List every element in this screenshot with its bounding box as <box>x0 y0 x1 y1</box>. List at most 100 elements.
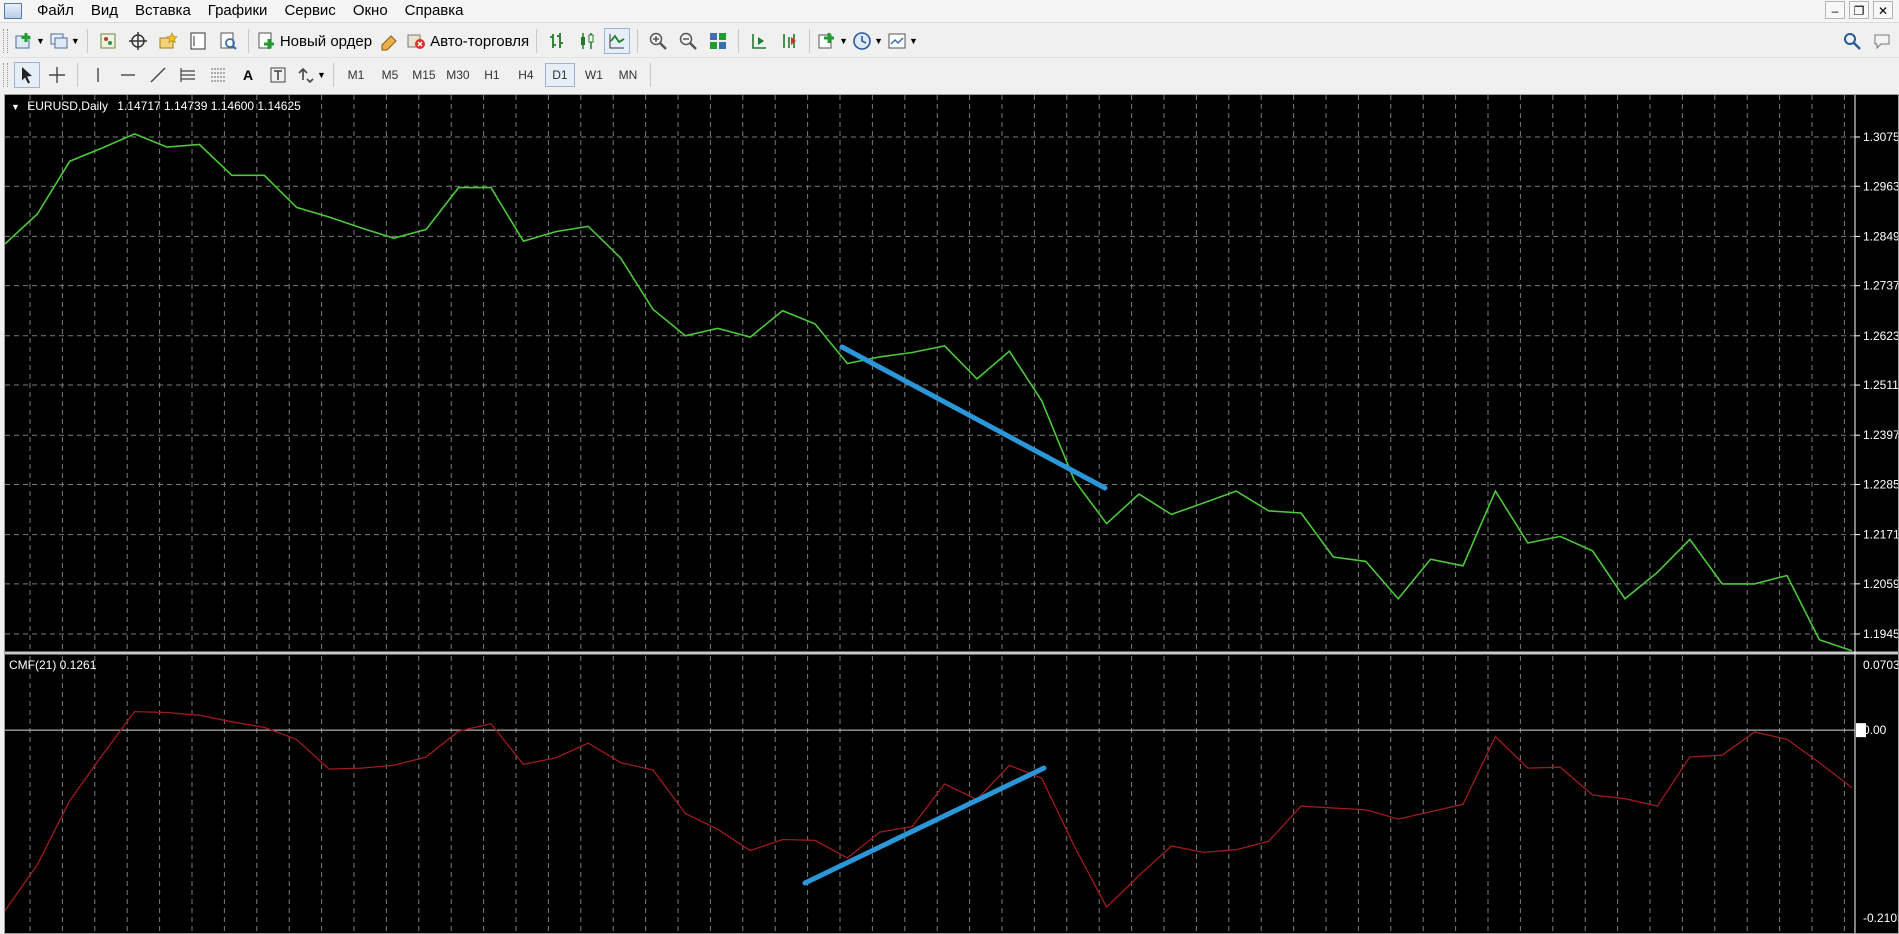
text-label-icon <box>270 67 286 83</box>
vertical-line-icon <box>97 68 99 82</box>
market-watch-button[interactable] <box>95 28 121 54</box>
menu-file[interactable]: Файл <box>30 0 84 22</box>
separator <box>86 29 88 53</box>
close-button[interactable]: ✕ <box>1873 1 1893 19</box>
tester-icon <box>220 32 237 50</box>
new-chart-button[interactable]: ▼ <box>14 28 45 54</box>
autoscroll-button[interactable] <box>776 28 802 54</box>
chevron-down-icon: ▼ <box>36 36 45 46</box>
market-watch-icon <box>100 33 116 49</box>
horizontal-line-icon <box>121 74 135 76</box>
separator <box>77 63 78 87</box>
separator <box>809 29 811 53</box>
collapse-triangle-icon[interactable]: ▼ <box>11 102 20 112</box>
zoom-in-button[interactable] <box>645 28 671 54</box>
cursor-button[interactable] <box>14 62 40 88</box>
minimize-button[interactable]: – <box>1825 1 1845 19</box>
candlestick-button[interactable] <box>574 28 600 54</box>
chat-button[interactable] <box>1869 28 1895 54</box>
ohlc-label: 1.14717 1.14739 1.14600 1.14625 <box>117 99 301 113</box>
equidistant-channel-button[interactable] <box>175 62 201 88</box>
text-button[interactable]: A <box>235 62 261 88</box>
separator <box>649 63 651 87</box>
trendline-button[interactable] <box>145 62 171 88</box>
vertical-line-button[interactable] <box>85 62 111 88</box>
zoom-out-icon <box>679 32 698 50</box>
chart-shift-button[interactable] <box>746 28 772 54</box>
menu-window[interactable]: Окно <box>346 0 398 22</box>
timeframe-mn[interactable]: MN <box>613 63 643 87</box>
menu-tools[interactable]: Сервис <box>277 0 345 22</box>
new-order-label: Новый ордер <box>279 32 373 50</box>
price-tick-label: 1.2511 <box>1863 378 1898 392</box>
chevron-down-icon: ▼ <box>839 36 849 46</box>
search-button[interactable] <box>1839 28 1865 54</box>
line-chart-button[interactable] <box>604 28 631 54</box>
price-tick-label: 1.2623 <box>1863 329 1898 343</box>
text-label-button[interactable] <box>265 62 291 88</box>
cmf-pane[interactable]: CMF(21) 0.1261 <box>5 658 1853 912</box>
separator <box>247 29 249 53</box>
timeframe-m30[interactable]: M30 <box>443 63 473 87</box>
chart-canvas[interactable]: ▼ EURUSD,Daily 1.14717 1.14739 1.14600 1… <box>5 95 1898 933</box>
price-pane[interactable]: ▼ EURUSD,Daily 1.14717 1.14739 1.14600 1… <box>5 99 1853 652</box>
price-tick-label: 1.2737 <box>1863 279 1898 293</box>
trendline-price-down[interactable] <box>839 344 1108 491</box>
timeframe-d1[interactable]: D1 <box>544 63 575 87</box>
fibonacci-button[interactable] <box>205 62 231 88</box>
autotrading-label: Авто-торговля <box>430 32 530 50</box>
templates-icon <box>888 33 906 49</box>
chart-header: ▼ EURUSD,Daily 1.14717 1.14739 1.14600 1… <box>11 99 301 113</box>
standard-toolbar: ▼ ▼ Новый ордер Авто-торговля ▼ ▼ ▼ <box>0 25 1899 58</box>
navigator-button[interactable] <box>155 28 181 54</box>
new-order-button[interactable]: Новый ордер <box>256 28 372 54</box>
periods-button[interactable]: ▼ <box>852 28 883 54</box>
templates-button[interactable]: ▼ <box>887 28 918 54</box>
star-folder-icon <box>159 32 178 49</box>
menu-help[interactable]: Справка <box>398 0 474 22</box>
chevron-down-icon: ▼ <box>874 36 883 46</box>
indicators-button[interactable]: ▼ <box>817 28 848 54</box>
profiles-button[interactable]: ▼ <box>49 28 80 54</box>
strategy-tester-button[interactable] <box>215 28 241 54</box>
bar-chart-button[interactable] <box>544 28 570 54</box>
toolbar-grip[interactable] <box>3 63 8 87</box>
chevron-down-icon: ▼ <box>70 36 80 46</box>
cmf-label: CMF(21) 0.1261 <box>9 658 97 672</box>
metaeditor-button[interactable] <box>376 28 402 54</box>
toolbar-grip[interactable] <box>3 29 8 53</box>
timeframe-h4[interactable]: H4 <box>511 63 541 87</box>
timeframe-m5[interactable]: M5 <box>375 63 405 87</box>
chevron-down-icon: ▼ <box>317 70 326 80</box>
tile-windows-icon <box>710 33 727 49</box>
chart-window[interactable]: ▼ EURUSD,Daily 1.14717 1.14739 1.14600 1… <box>4 94 1899 934</box>
separator <box>332 63 334 87</box>
trendline-cmf-up[interactable] <box>802 765 1047 886</box>
price-tick-label: 1.2397 <box>1863 428 1898 442</box>
terminal-button[interactable] <box>185 28 211 54</box>
horizontal-line-button[interactable] <box>115 62 141 88</box>
menu-charts[interactable]: Графики <box>201 0 278 22</box>
cmf-tick-label: 0.00 <box>1863 723 1887 737</box>
menu-bar: Файл Вид Вставка Графики Сервис Окно Спр… <box>0 0 1899 23</box>
price-tick-label: 1.2059 <box>1863 577 1898 591</box>
app-icon <box>4 3 22 19</box>
autotrading-icon <box>407 34 426 49</box>
timeframe-h1[interactable]: H1 <box>477 63 507 87</box>
arrows-button[interactable]: ▼ <box>295 62 326 88</box>
timeframe-m15[interactable]: M15 <box>409 63 439 87</box>
search-icon <box>1844 33 1861 50</box>
menu-insert[interactable]: Вставка <box>128 0 201 22</box>
timeframe-w1[interactable]: W1 <box>579 63 609 87</box>
crosshair-button[interactable] <box>44 62 70 88</box>
crosshair-icon <box>49 67 65 83</box>
chevron-down-icon: ▼ <box>909 36 918 46</box>
price-tick-label: 1.2963 <box>1863 179 1898 193</box>
autotrading-button[interactable]: Авто-торговля <box>406 28 529 54</box>
data-window-button[interactable] <box>125 28 151 54</box>
menu-view[interactable]: Вид <box>84 0 128 22</box>
tile-windows-button[interactable] <box>705 28 731 54</box>
restore-button[interactable]: ❐ <box>1849 1 1869 19</box>
timeframe-m1[interactable]: M1 <box>341 63 371 87</box>
zoom-out-button[interactable] <box>675 28 701 54</box>
